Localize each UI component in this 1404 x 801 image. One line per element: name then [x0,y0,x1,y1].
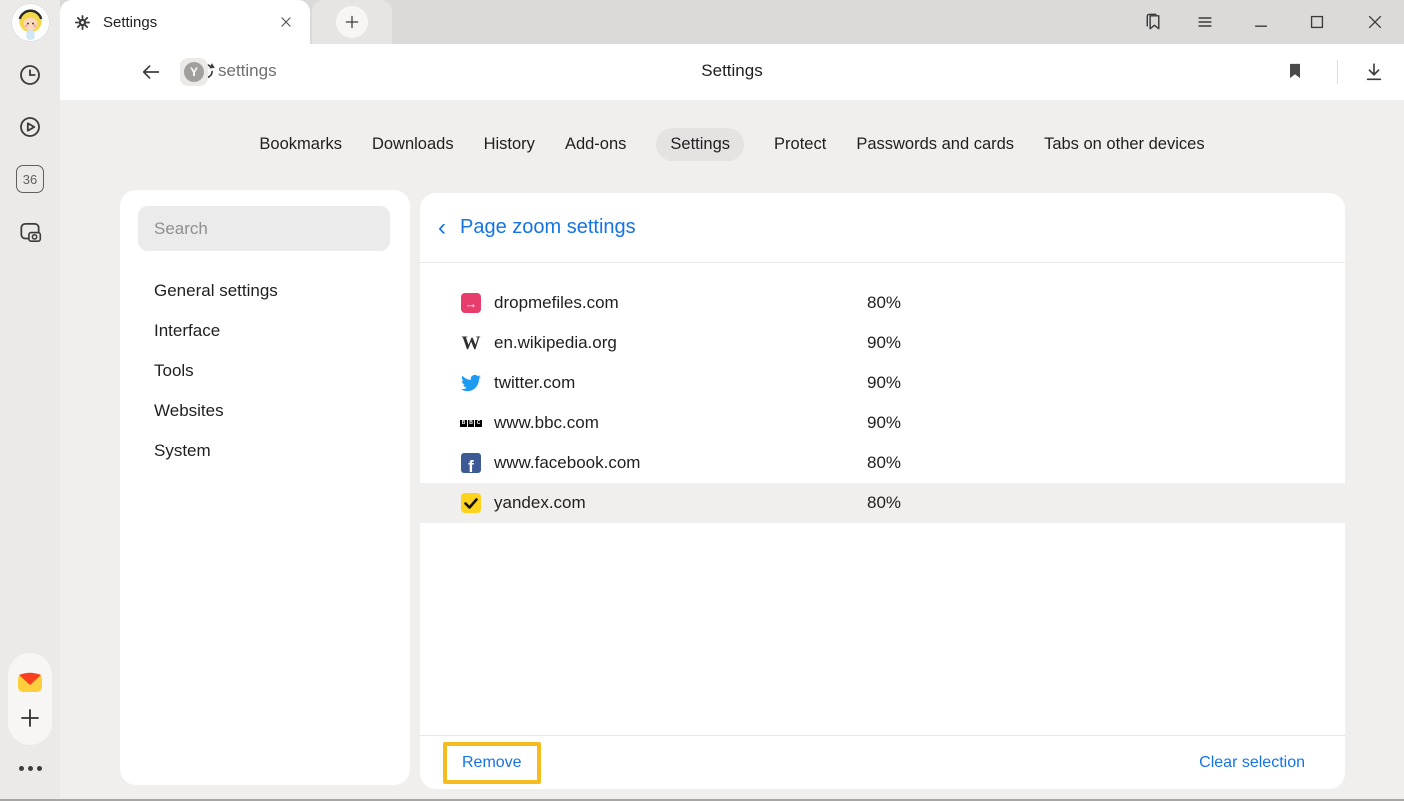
tab-title: Settings [103,14,276,31]
maximize-icon[interactable] [1305,10,1329,34]
browser-tab-settings[interactable]: Settings [60,0,310,44]
clear-selection-link[interactable]: Clear selection [1199,754,1305,772]
site-favicon-badge[interactable]: Y [180,58,208,86]
site-zoom-value: 80% [867,493,901,513]
downloads-icon[interactable] [1363,61,1385,83]
address-bar-text[interactable]: settings [218,61,277,81]
close-window-icon[interactable] [1363,10,1387,34]
toolbar-divider [1337,60,1338,84]
back-chevron-icon[interactable]: ‹ [438,216,460,240]
table-row[interactable]: BBC www.bbc.com 90% [420,403,1345,443]
screenshot-icon[interactable] [17,219,43,245]
sidebar-item-websites[interactable]: Websites [154,391,410,431]
history-icon[interactable] [17,62,43,88]
tab-settings[interactable]: Settings [656,128,744,161]
new-tab-icon[interactable] [336,6,368,38]
site-zoom-value: 90% [867,373,901,393]
list-empty-space [420,523,1345,735]
site-zoom-value: 80% [867,453,901,473]
tab-counter-badge[interactable]: 36 [16,165,44,193]
site-name: www.bbc.com [494,413,867,433]
media-play-icon[interactable] [17,114,43,140]
tab-protect[interactable]: Protect [774,128,826,161]
new-tab-stub [312,0,392,44]
sidebar-item-tools[interactable]: Tools [154,351,410,391]
dropmefiles-favicon: → [460,292,482,314]
page-zoom-panel: ‹ Page zoom settings → dropmefiles.com 8… [420,193,1345,789]
settings-sections-list: General settings Interface Tools Website… [120,271,410,471]
browser-window: 36 [0,0,1404,801]
tab-passwords[interactable]: Passwords and cards [856,128,1014,161]
table-row[interactable]: f www.facebook.com 80% [420,443,1345,483]
tab-close-icon[interactable] [276,12,296,32]
site-name: www.facebook.com [494,453,867,473]
site-zoom-value: 90% [867,333,901,353]
zoom-site-list: → dropmefiles.com 80% W en.wikipedia.org… [420,263,1345,523]
sidebar-item-system[interactable]: System [154,431,410,471]
sidebar-item-general[interactable]: General settings [154,271,410,311]
site-name: en.wikipedia.org [494,333,867,353]
settings-sidebar-panel: General settings Interface Tools Website… [120,190,410,785]
tab-other-devices[interactable]: Tabs on other devices [1044,128,1205,161]
panel-footer: Remove Clear selection [420,735,1345,789]
tab-bar: Settings [60,0,1404,44]
rail-more-icon[interactable] [0,766,60,771]
site-zoom-value: 80% [867,293,901,313]
site-name: twitter.com [494,373,867,393]
gear-icon [74,14,91,31]
navigation-toolbar: Y settings Settings [60,44,1404,100]
selected-checkbox-icon[interactable] [460,492,482,514]
table-row[interactable]: → dropmefiles.com 80% [420,283,1345,323]
wikipedia-favicon: W [460,332,482,354]
tab-counter-value: 36 [23,172,37,187]
menu-icon[interactable] [1193,10,1217,34]
site-zoom-value: 90% [867,413,901,433]
tab-history[interactable]: History [484,128,535,161]
search-input[interactable] [138,206,390,251]
sidebar-item-interface[interactable]: Interface [154,311,410,351]
remove-button[interactable]: Remove [462,754,522,771]
page-zoom-header[interactable]: ‹ Page zoom settings [420,193,1345,262]
bookmark-icon[interactable] [1285,61,1307,83]
page-title: Page zoom settings [460,216,636,239]
yandex-mail-icon[interactable] [15,668,45,698]
add-shortcut-icon[interactable] [18,706,42,730]
settings-page: Bookmarks Downloads History Add-ons Sett… [60,100,1404,799]
site-name: yandex.com [494,493,867,513]
yandex-badge-icon: Y [184,62,204,82]
left-rail: 36 [0,0,60,799]
avatar-girl-illustration [12,4,49,41]
twitter-favicon [460,372,482,394]
pinned-apps-group [8,653,52,745]
table-row-selected[interactable]: yandex.com 80% [420,483,1345,523]
bbc-favicon: BBC [460,412,482,434]
profile-avatar[interactable] [12,4,49,41]
site-name: dropmefiles.com [494,293,867,313]
collections-icon[interactable] [1141,10,1165,34]
tab-bookmarks[interactable]: Bookmarks [259,128,342,161]
remove-button-highlight[interactable]: Remove [443,742,541,784]
minimize-icon[interactable] [1249,10,1273,34]
tab-addons[interactable]: Add-ons [565,128,626,161]
back-icon[interactable] [140,61,162,83]
tab-downloads[interactable]: Downloads [372,128,454,161]
table-row[interactable]: W en.wikipedia.org 90% [420,323,1345,363]
facebook-favicon: f [460,452,482,474]
table-row[interactable]: twitter.com 90% [420,363,1345,403]
settings-nav-tabs: Bookmarks Downloads History Add-ons Sett… [60,128,1404,161]
